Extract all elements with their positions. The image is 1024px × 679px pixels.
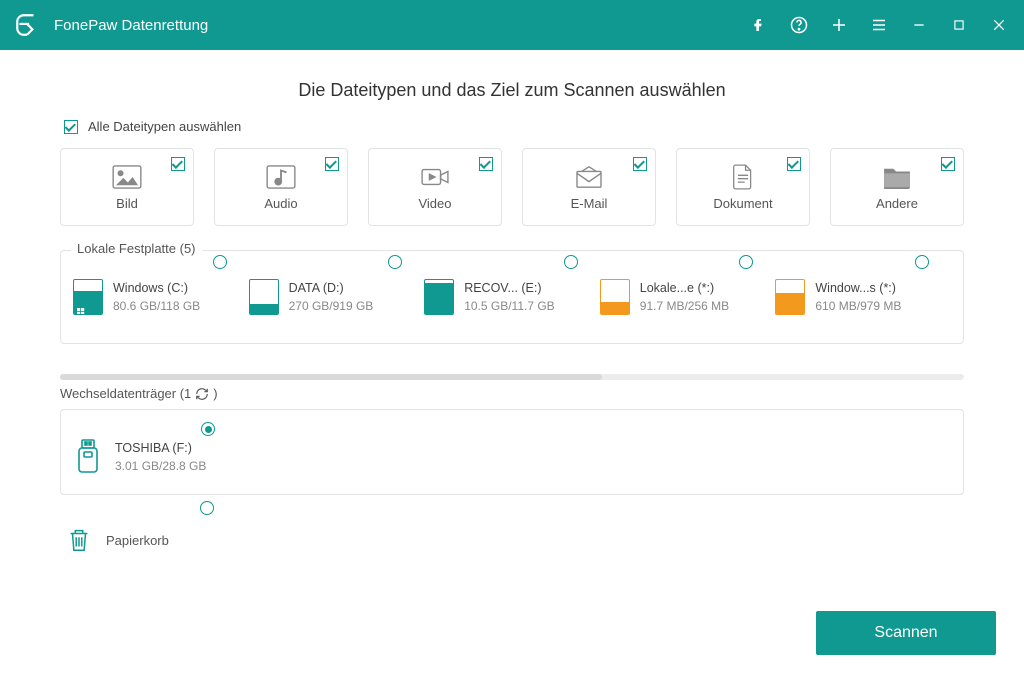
select-all-checkbox[interactable] (64, 120, 78, 134)
removable-legend: Wechseldatenträger (1 ) (60, 386, 964, 401)
app-title: FonePaw Datenrettung (54, 17, 748, 34)
refresh-icon[interactable] (195, 387, 209, 401)
drive-name: Windows (C:) (113, 281, 200, 295)
drive-name: DATA (D:) (289, 281, 374, 295)
drive-c[interactable]: Windows (C:) 80.6 GB/118 GB (73, 273, 249, 321)
local-drives-row: Windows (C:) 80.6 GB/118 GB DATA (D:) 27… (73, 273, 951, 321)
scan-button[interactable]: Scannen (816, 611, 996, 655)
filetype-label: Video (418, 196, 451, 211)
local-drives-legend: Lokale Festplatte (5) (71, 241, 202, 256)
drive-size: 270 GB/919 GB (289, 299, 374, 313)
filetype-label: Dokument (713, 196, 772, 211)
drive-size: 10.5 GB/11.7 GB (464, 299, 555, 313)
filetype-grid: Bild Audio Video E-M (60, 148, 964, 226)
filetype-label: Audio (264, 196, 297, 211)
drive-radio[interactable] (213, 255, 227, 269)
drive-f[interactable]: TOSHIBA (F:) 3.01 GB/28.8 GB (73, 438, 951, 476)
recycle-bin-row[interactable]: Papierkorb (60, 519, 964, 561)
recycle-bin-label: Papierkorb (106, 533, 169, 548)
usb-icon (73, 438, 103, 476)
windows-flag-icon (77, 303, 85, 311)
menu-icon[interactable] (868, 14, 890, 36)
filetype-checkbox[interactable] (479, 157, 493, 171)
drive-name: TOSHIBA (F:) (115, 441, 206, 455)
document-icon (728, 164, 758, 190)
recycle-radio[interactable] (200, 501, 214, 515)
drive-size: 3.01 GB/28.8 GB (115, 459, 206, 473)
filetype-audio[interactable]: Audio (214, 148, 348, 226)
drive-d[interactable]: DATA (D:) 270 GB/919 GB (249, 273, 425, 321)
filetype-video[interactable]: Video (368, 148, 502, 226)
image-icon (112, 164, 142, 190)
filetype-email[interactable]: E-Mail (522, 148, 656, 226)
filetype-dokument[interactable]: Dokument (676, 148, 810, 226)
folder-icon (882, 164, 912, 190)
drive-radio[interactable] (564, 255, 578, 269)
close-button[interactable] (988, 14, 1010, 36)
drive-e[interactable]: RECOV... (E:) 10.5 GB/11.7 GB (424, 273, 600, 321)
titlebar-actions (748, 14, 1010, 36)
drive-icon (424, 279, 454, 315)
video-icon (420, 164, 450, 190)
filetype-andere[interactable]: Andere (830, 148, 964, 226)
drive-size: 610 MB/979 MB (815, 299, 901, 313)
maximize-button[interactable] (948, 14, 970, 36)
drive-radio[interactable] (388, 255, 402, 269)
titlebar: FonePaw Datenrettung (0, 0, 1024, 50)
select-all-row[interactable]: Alle Dateitypen auswählen (64, 119, 964, 134)
content-area: Die Dateitypen und das Ziel zum Scannen … (0, 50, 1024, 679)
removable-legend-text: Wechseldatenträger (1 (60, 386, 191, 401)
removable-drives-group: TOSHIBA (F:) 3.01 GB/28.8 GB (60, 409, 964, 495)
drive-star2[interactable]: Window...s (*:) 610 MB/979 MB (775, 273, 951, 321)
recycle-bin-icon (64, 525, 94, 555)
select-all-label: Alle Dateitypen auswählen (88, 119, 241, 134)
drive-icon (775, 279, 805, 315)
drive-name: RECOV... (E:) (464, 281, 555, 295)
drive-radio[interactable] (915, 255, 929, 269)
plus-icon[interactable] (828, 14, 850, 36)
drive-name: Lokale...e (*:) (640, 281, 729, 295)
app-logo-icon (14, 12, 40, 38)
drive-radio[interactable] (739, 255, 753, 269)
page-title: Die Dateitypen und das Ziel zum Scannen … (60, 80, 964, 101)
removable-legend-close: ) (213, 386, 217, 401)
filetype-checkbox[interactable] (633, 157, 647, 171)
removable-radio[interactable] (201, 422, 215, 436)
help-icon[interactable] (788, 14, 810, 36)
filetype-checkbox[interactable] (171, 157, 185, 171)
drive-name: Window...s (*:) (815, 281, 901, 295)
filetype-checkbox[interactable] (787, 157, 801, 171)
filetype-label: E-Mail (571, 196, 608, 211)
horizontal-scrollbar[interactable] (60, 374, 964, 380)
drive-size: 91.7 MB/256 MB (640, 299, 729, 313)
local-drives-group: Lokale Festplatte (5) Windows (C:) 80.6 … (60, 250, 964, 344)
drive-icon (600, 279, 630, 315)
facebook-icon[interactable] (748, 14, 770, 36)
filetype-label: Bild (116, 196, 138, 211)
audio-icon (266, 164, 296, 190)
drive-star1[interactable]: Lokale...e (*:) 91.7 MB/256 MB (600, 273, 776, 321)
drive-size: 80.6 GB/118 GB (113, 299, 200, 313)
filetype-checkbox[interactable] (941, 157, 955, 171)
drive-icon (249, 279, 279, 315)
filetype-checkbox[interactable] (325, 157, 339, 171)
app-window: FonePaw Datenrettung Die Dateitypen und … (0, 0, 1024, 679)
filetype-label: Andere (876, 196, 918, 211)
drive-icon (73, 279, 103, 315)
email-icon (574, 164, 604, 190)
filetype-bild[interactable]: Bild (60, 148, 194, 226)
minimize-button[interactable] (908, 14, 930, 36)
